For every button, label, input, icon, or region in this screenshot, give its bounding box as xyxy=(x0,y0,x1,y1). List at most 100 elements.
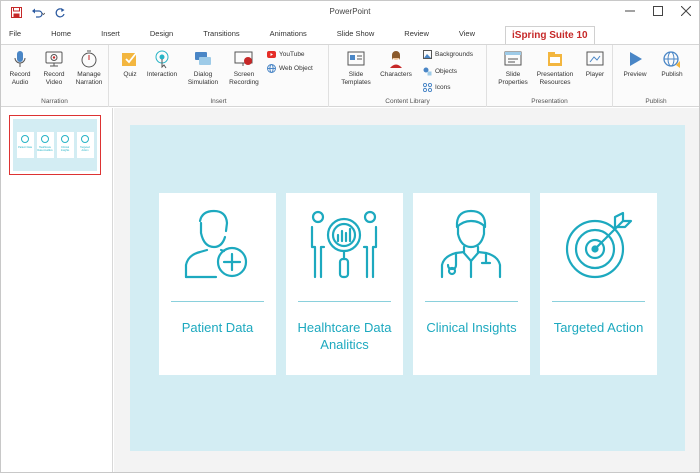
background-icon xyxy=(423,50,432,59)
card-data-analytics[interactable]: Healhtcare Data Analitics xyxy=(286,193,403,375)
ribbon-group-narration: Record Audio Record Video Manage Narrati… xyxy=(1,45,109,107)
web-object-label: Web Object xyxy=(279,65,313,72)
character-icon xyxy=(386,49,406,69)
publish-group-label: Publish xyxy=(645,98,667,105)
thumb-card-label: Targeted Action xyxy=(80,146,90,152)
thumb-card-icon xyxy=(41,135,49,143)
narration-group-label: Narration xyxy=(41,98,68,105)
card-patient-data[interactable]: Patient Data xyxy=(159,193,276,375)
ribbon: Record Audio Record Video Manage Narrati… xyxy=(1,44,699,107)
card-title: Targeted Action xyxy=(553,320,644,335)
ribbon-tabs: File Home Insert Design Transitions Anim… xyxy=(1,24,699,44)
powerpoint-window: PowerPoint File Home Insert Design Trans… xyxy=(0,0,700,473)
webcam-icon xyxy=(44,49,64,69)
thumb-card: Patient Data xyxy=(16,132,34,158)
card-title: Clinical Insights xyxy=(426,320,517,335)
thumb-card: Healhtcare Data Analitics xyxy=(36,132,54,158)
thumb-card-icon xyxy=(21,135,29,143)
slide-canvas[interactable]: Patient Data Healhtcare Data Analitics C… xyxy=(130,125,685,451)
card-clinical-insights[interactable]: Clinical Insights xyxy=(413,193,530,375)
quiz-label: Quiz xyxy=(123,71,137,78)
quiz-icon xyxy=(120,49,140,69)
microphone-icon xyxy=(10,49,30,69)
card-divider xyxy=(552,301,645,302)
card-title: Healhtcare Data Analitics xyxy=(297,320,392,352)
thumb-card-label: Clinical Insights xyxy=(60,146,70,152)
window-title: PowerPoint xyxy=(329,7,371,16)
tab-insert[interactable]: Insert xyxy=(101,29,120,44)
resources-icon xyxy=(545,49,565,69)
tab-design[interactable]: Design xyxy=(150,29,173,44)
slide-editor: Patient Data Healhtcare Data Analitics C… xyxy=(114,108,699,472)
interaction-button[interactable]: Interaction xyxy=(143,49,181,79)
backgrounds-label: Backgrounds xyxy=(435,51,473,58)
youtube-button[interactable]: YouTube xyxy=(267,50,305,59)
presentation-resources-label: Presentation Resources xyxy=(536,71,574,86)
publish-button[interactable]: Publish xyxy=(655,49,689,79)
presentation-resources-button[interactable]: Presentation Resources xyxy=(533,49,577,87)
slide-thumbnail-panel: Patient Data Healhtcare Data Analitics C… xyxy=(1,108,113,472)
slide-properties-button[interactable]: Slide Properties xyxy=(493,49,533,87)
slide-properties-icon xyxy=(503,49,523,69)
thumb-card-label: Patient Data xyxy=(18,146,32,149)
tab-home[interactable]: Home xyxy=(51,29,71,44)
thumb-card-icon xyxy=(61,135,69,143)
slide-thumbnail-1[interactable]: Patient Data Healhtcare Data Analitics C… xyxy=(9,115,101,175)
record-video-label: Record Video xyxy=(43,71,65,86)
player-icon xyxy=(585,49,605,69)
objects-button[interactable]: Objects xyxy=(423,67,457,76)
play-icon xyxy=(625,49,645,69)
minimize-icon[interactable] xyxy=(623,4,637,18)
manage-narration-button[interactable]: Manage Narration xyxy=(71,49,107,87)
characters-label: Characters xyxy=(380,71,412,78)
quiz-button[interactable]: Quiz xyxy=(119,49,141,79)
globe-icon xyxy=(267,64,276,73)
target-icon xyxy=(563,207,633,281)
tab-transitions[interactable]: Transitions xyxy=(203,29,239,44)
tab-animations[interactable]: Animations xyxy=(270,29,307,44)
tab-view[interactable]: View xyxy=(459,29,475,44)
screen-recording-button[interactable]: Screen Recording xyxy=(225,49,263,87)
insert-group-label: Insert xyxy=(210,98,227,105)
preview-button[interactable]: Preview xyxy=(619,49,651,79)
characters-button[interactable]: Characters xyxy=(377,49,415,79)
thumb-card-label: Healhtcare Data Analitics xyxy=(37,146,53,152)
thumb-card-icon xyxy=(81,135,89,143)
card-title: Patient Data xyxy=(181,320,254,335)
tab-ispring-suite[interactable]: iSpring Suite 10 xyxy=(505,26,595,44)
interaction-icon xyxy=(152,49,172,69)
record-audio-button[interactable]: Record Audio xyxy=(5,49,35,87)
tab-file[interactable]: File xyxy=(9,29,21,44)
player-button[interactable]: Player xyxy=(581,49,609,79)
screen-recording-label: Screen Recording xyxy=(229,71,259,86)
card-divider xyxy=(425,301,518,302)
slide-templates-button[interactable]: Slide Templates xyxy=(337,49,375,87)
data-analytics-icon xyxy=(309,207,379,281)
close-icon[interactable] xyxy=(679,4,693,18)
player-label: Player xyxy=(585,71,605,78)
tab-slide-show[interactable]: Slide Show xyxy=(337,29,375,44)
backgrounds-button[interactable]: Backgrounds xyxy=(423,50,473,59)
icons-library-icon xyxy=(423,83,432,92)
ribbon-group-publish: Preview Publish Publish xyxy=(613,45,699,107)
web-object-button[interactable]: Web Object xyxy=(267,64,313,73)
record-audio-label: Record Audio xyxy=(9,71,31,86)
slide-thumbnail-preview: Patient Data Healhtcare Data Analitics C… xyxy=(13,119,97,171)
card-divider xyxy=(171,301,264,302)
thumb-card: Clinical Insights xyxy=(56,132,74,158)
youtube-icon xyxy=(267,50,276,59)
card-targeted-action[interactable]: Targeted Action xyxy=(540,193,657,375)
window-controls xyxy=(623,4,693,18)
ribbon-group-content-library: Slide Templates Characters Backgrounds O… xyxy=(329,45,487,107)
dialog-icon xyxy=(193,49,213,69)
objects-label: Objects xyxy=(435,68,458,75)
dialog-simulation-button[interactable]: Dialog Simulation xyxy=(183,49,223,87)
publish-globe-icon xyxy=(662,49,682,69)
tab-review[interactable]: Review xyxy=(404,29,429,44)
ribbon-group-insert: Quiz Interaction Dialog Simulation Scree… xyxy=(109,45,329,107)
icons-button[interactable]: Icons xyxy=(423,83,451,92)
doctor-icon xyxy=(436,207,506,281)
maximize-icon[interactable] xyxy=(651,4,665,18)
ribbon-group-presentation: Slide Properties Presentation Resources … xyxy=(487,45,613,107)
record-video-button[interactable]: Record Video xyxy=(39,49,69,87)
